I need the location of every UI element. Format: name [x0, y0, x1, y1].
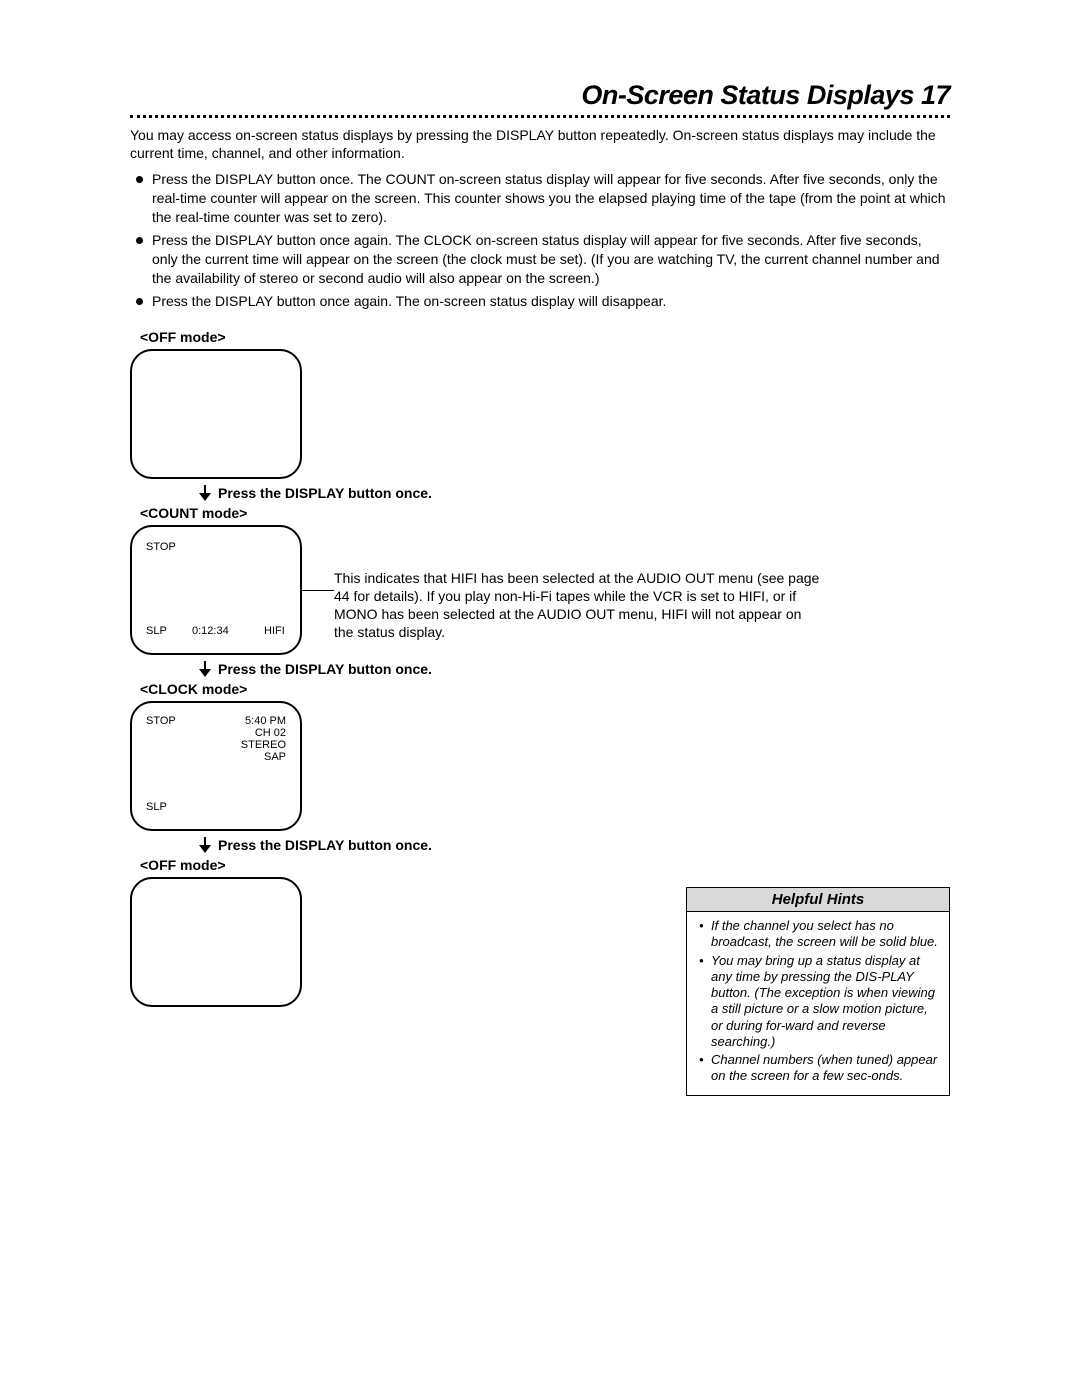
hifi-note: This indicates that HIFI has been select… — [334, 569, 824, 642]
hints-body: If the channel you select has no broadca… — [687, 912, 949, 1095]
count-row: STOP SLP 0:12:34 HIFI This indicates tha… — [130, 525, 950, 655]
clock-stereo: STEREO — [241, 739, 286, 751]
hifi-callout-line — [301, 585, 302, 625]
helpful-hints-box: Helpful Hints If the channel you select … — [686, 887, 950, 1096]
arrow-step: Press the DISPLAY button once. — [198, 485, 950, 503]
mode-label-count: <COUNT mode> — [140, 505, 950, 521]
count-stop: STOP — [146, 541, 176, 553]
hints-item: You may bring up a status display at any… — [697, 953, 939, 1051]
count-hifi: HIFI — [264, 625, 285, 637]
hints-list: If the channel you select has no broadca… — [697, 918, 939, 1085]
arrow-step: Press the DISPLAY button once. — [198, 661, 950, 679]
tv-screen-off — [130, 877, 302, 1007]
mode-label-off: <OFF mode> — [140, 329, 950, 345]
hints-item: Channel numbers (when tuned) appear on t… — [697, 1052, 939, 1085]
press-label: Press the DISPLAY button once. — [218, 661, 432, 677]
bullet-list: Press the DISPLAY button once. The COUNT… — [130, 170, 950, 310]
count-slp: SLP — [146, 625, 167, 637]
clock-stop: STOP — [146, 715, 176, 727]
page-title: On-Screen Status Displays 17 — [130, 80, 950, 111]
bullet-item: Press the DISPLAY button once. The COUNT… — [130, 170, 950, 227]
arrow-down-icon — [198, 837, 212, 855]
count-counter: 0:12:34 — [192, 625, 229, 637]
press-label: Press the DISPLAY button once. — [218, 485, 432, 501]
press-label: Press the DISPLAY button once. — [218, 837, 432, 853]
hints-item: If the channel you select has no broadca… — [697, 918, 939, 951]
arrow-down-icon — [198, 485, 212, 503]
mode-label-off: <OFF mode> — [140, 857, 950, 873]
hints-title: Helpful Hints — [687, 888, 949, 912]
mode-label-clock: <CLOCK mode> — [140, 681, 950, 697]
arrow-down-icon — [198, 661, 212, 679]
intro-text: You may access on-screen status displays… — [130, 126, 950, 162]
bullet-item: Press the DISPLAY button once again. The… — [130, 292, 950, 311]
divider-dots — [130, 115, 950, 118]
clock-channel: CH 02 — [255, 727, 286, 739]
tv-screen-off — [130, 349, 302, 479]
clock-slp: SLP — [146, 801, 167, 813]
arrow-step: Press the DISPLAY button once. — [198, 837, 950, 855]
page: On-Screen Status Displays 17 You may acc… — [0, 0, 1080, 1397]
bullet-item: Press the DISPLAY button once again. The… — [130, 231, 950, 288]
clock-time: 5:40 PM — [245, 715, 286, 727]
clock-sap: SAP — [264, 751, 286, 763]
tv-screen-clock: STOP 5:40 PM CH 02 STEREO SAP SLP — [130, 701, 302, 831]
tv-screen-count: STOP SLP 0:12:34 HIFI — [130, 525, 302, 655]
callout-line — [300, 590, 334, 591]
